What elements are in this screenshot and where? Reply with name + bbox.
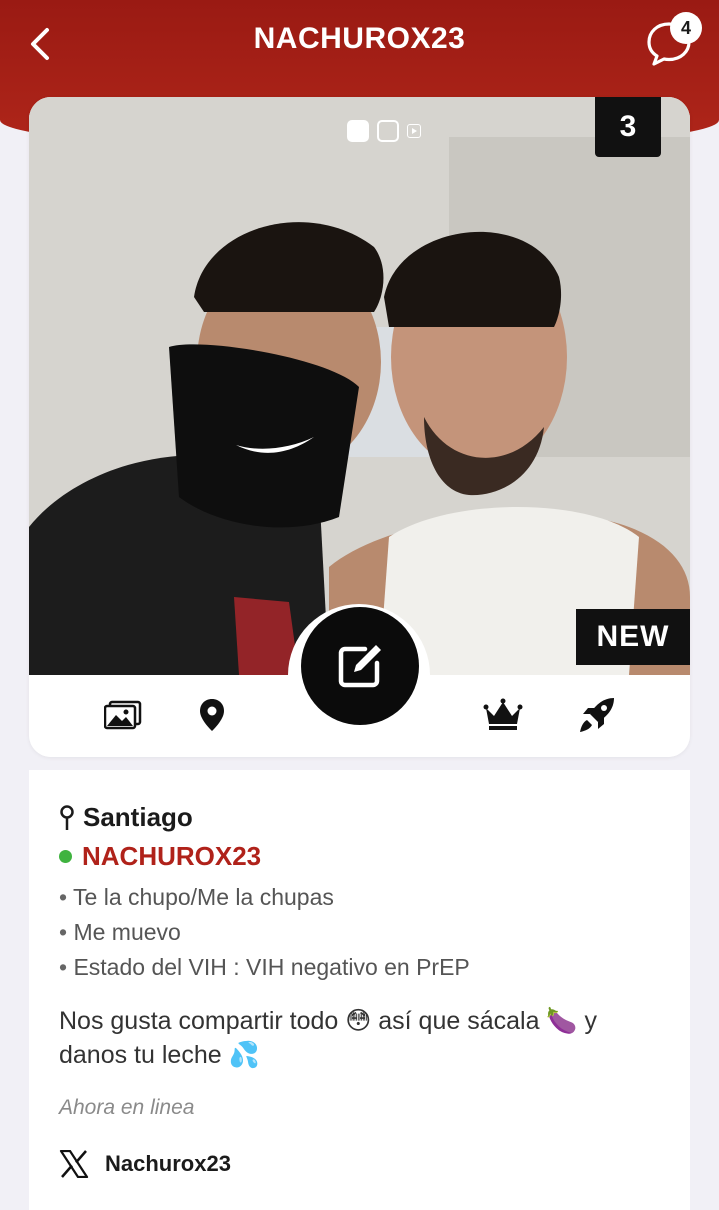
username-row: NACHUROX23 [59, 841, 261, 872]
photo-count-badge: 3 [595, 97, 661, 157]
chat-badge: 4 [670, 12, 702, 44]
premium-button[interactable] [481, 693, 525, 737]
photo-indicator-1[interactable] [347, 120, 369, 142]
edit-icon [338, 645, 381, 688]
profile-card: 3 NEW [29, 97, 690, 757]
location-label: Santiago [83, 802, 193, 832]
video-indicator[interactable] [407, 124, 421, 138]
location-pin-icon [200, 699, 224, 731]
gallery-icon [104, 700, 142, 730]
detail-item: Me muevo [59, 915, 470, 950]
detail-item: Estado del VIH : VIH negativo en PrEP [59, 950, 469, 985]
edit-profile-button[interactable] [301, 607, 419, 725]
new-badge: NEW [576, 609, 690, 665]
x-social-link[interactable]: Nachurox23 [59, 1150, 231, 1178]
boost-button[interactable] [575, 693, 619, 737]
profile-info: Santiago NACHUROX23 Te la chupo/Me la ch… [29, 770, 690, 1210]
gallery-button[interactable] [101, 693, 145, 737]
photo-illustration [29, 97, 690, 675]
photo-indicator-2[interactable] [377, 120, 399, 142]
bio-line: Nos gusta compartir todo 😳 así que sácal… [59, 1007, 597, 1035]
online-indicator [59, 850, 72, 863]
page-title: NACHUROX23 [253, 22, 466, 55]
location-button[interactable] [190, 693, 234, 737]
location-row: Santiago [59, 802, 193, 833]
rocket-icon [580, 698, 614, 732]
crown-icon [483, 698, 523, 730]
profile-details: Te la chupo/Me la chupas Me muevo Estado… [59, 880, 470, 985]
location-pin-outline-icon [60, 804, 74, 830]
online-status: Ahora en linea [59, 1096, 195, 1119]
social-handle: Nachurox23 [105, 1151, 231, 1176]
profile-bio: Nos gusta compartir todo 😳 así que sácal… [59, 1004, 659, 1072]
username-label: NACHUROX23 [82, 841, 262, 871]
detail-item: Te la chupo/Me la chupas [59, 880, 470, 915]
x-logo-icon [59, 1150, 89, 1178]
bio-line: danos tu leche 💦 [59, 1041, 260, 1069]
photo-indicators [347, 120, 421, 142]
profile-photo[interactable]: 3 NEW [29, 97, 690, 675]
